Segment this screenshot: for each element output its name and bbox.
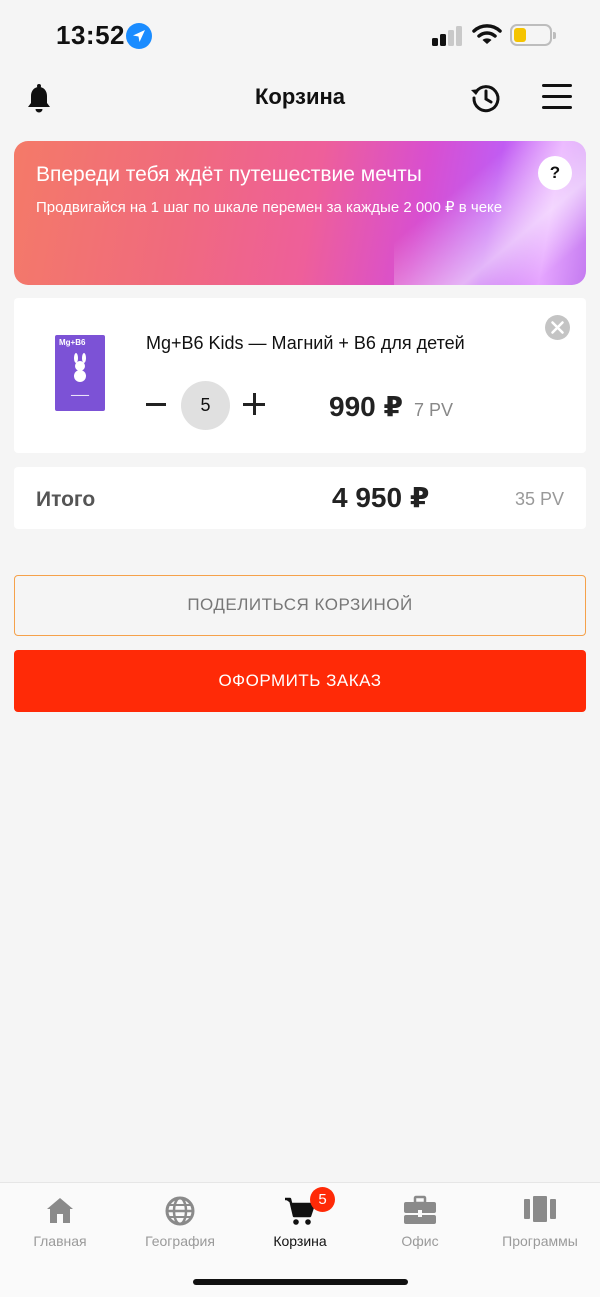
tab-programs-label: Программы bbox=[502, 1233, 578, 1249]
wifi-icon bbox=[472, 22, 502, 51]
tab-cart[interactable]: Корзина bbox=[240, 1183, 360, 1263]
page-title: Корзина bbox=[255, 84, 345, 109]
tab-home[interactable]: Главная bbox=[0, 1183, 120, 1263]
remove-item-icon[interactable] bbox=[545, 315, 570, 340]
tab-cart-label: Корзина bbox=[273, 1233, 327, 1249]
top-header: Корзина bbox=[0, 70, 600, 130]
status-bar: 13:52 bbox=[0, 0, 600, 70]
help-button[interactable]: ? bbox=[538, 156, 572, 190]
total-amount: 4 950 ₽ bbox=[332, 482, 430, 513]
promo-subtitle: Продвигайся на 1 шаг по шкале перемен за… bbox=[36, 199, 503, 216]
total-label: Итого bbox=[36, 488, 96, 511]
quantity-value[interactable]: 5 bbox=[181, 381, 230, 430]
promo-title: Впереди тебя ждёт путешествие мечты bbox=[36, 163, 422, 186]
product-image-brand: Mg+B6 bbox=[59, 338, 86, 347]
product-image[interactable]: Mg+B6 ━━━━━━ bbox=[55, 335, 105, 411]
battery-icon bbox=[510, 24, 556, 46]
total-pv: 35 PV bbox=[514, 489, 564, 509]
total-row: Итого 4 950 ₽ 35 PV bbox=[14, 467, 586, 529]
programs-icon bbox=[480, 1195, 600, 1227]
briefcase-icon bbox=[360, 1195, 480, 1227]
product-name[interactable]: Mg+B6 Kids — Магний + B6 для детей bbox=[146, 333, 465, 354]
tab-geography[interactable]: География bbox=[120, 1183, 240, 1263]
cart-icon bbox=[240, 1195, 360, 1227]
tab-home-label: Главная bbox=[33, 1233, 87, 1249]
item-pv: 7 PV bbox=[414, 400, 454, 420]
home-indicator[interactable] bbox=[193, 1279, 408, 1285]
promo-banner[interactable]: Впереди тебя ждёт путешествие мечты Прод… bbox=[14, 141, 586, 285]
cart-item: Mg+B6 ━━━━━━ Mg+B6 Kids — Магний + B6 дл… bbox=[14, 298, 586, 453]
increase-quantity-button[interactable] bbox=[243, 393, 265, 415]
menu-icon[interactable] bbox=[542, 84, 572, 115]
tab-programs[interactable]: Программы bbox=[480, 1183, 600, 1263]
product-image-label: ━━━━━━ bbox=[70, 393, 90, 399]
globe-icon bbox=[120, 1195, 240, 1227]
status-time: 13:52 bbox=[56, 20, 125, 50]
tab-geography-label: География bbox=[145, 1233, 215, 1249]
home-icon bbox=[0, 1195, 120, 1227]
location-arrow-icon bbox=[126, 23, 152, 49]
cellular-signal-icon bbox=[432, 26, 464, 46]
bunny-icon bbox=[74, 353, 86, 382]
history-icon[interactable] bbox=[468, 80, 504, 121]
share-cart-button[interactable]: ПОДЕЛИТЬСЯ КОРЗИНОЙ bbox=[14, 575, 586, 636]
item-price: 990 ₽ bbox=[329, 391, 403, 422]
cart-count-badge: 5 bbox=[310, 1187, 335, 1212]
tab-office-label: Офис bbox=[401, 1233, 439, 1249]
checkout-button[interactable]: ОФОРМИТЬ ЗАКАЗ bbox=[14, 650, 586, 712]
decrease-quantity-button[interactable] bbox=[145, 390, 167, 418]
cart-screen: 13:52 Корзина Впереди тебя ждёт путешест… bbox=[0, 0, 600, 1297]
tab-office[interactable]: Офис bbox=[360, 1183, 480, 1263]
